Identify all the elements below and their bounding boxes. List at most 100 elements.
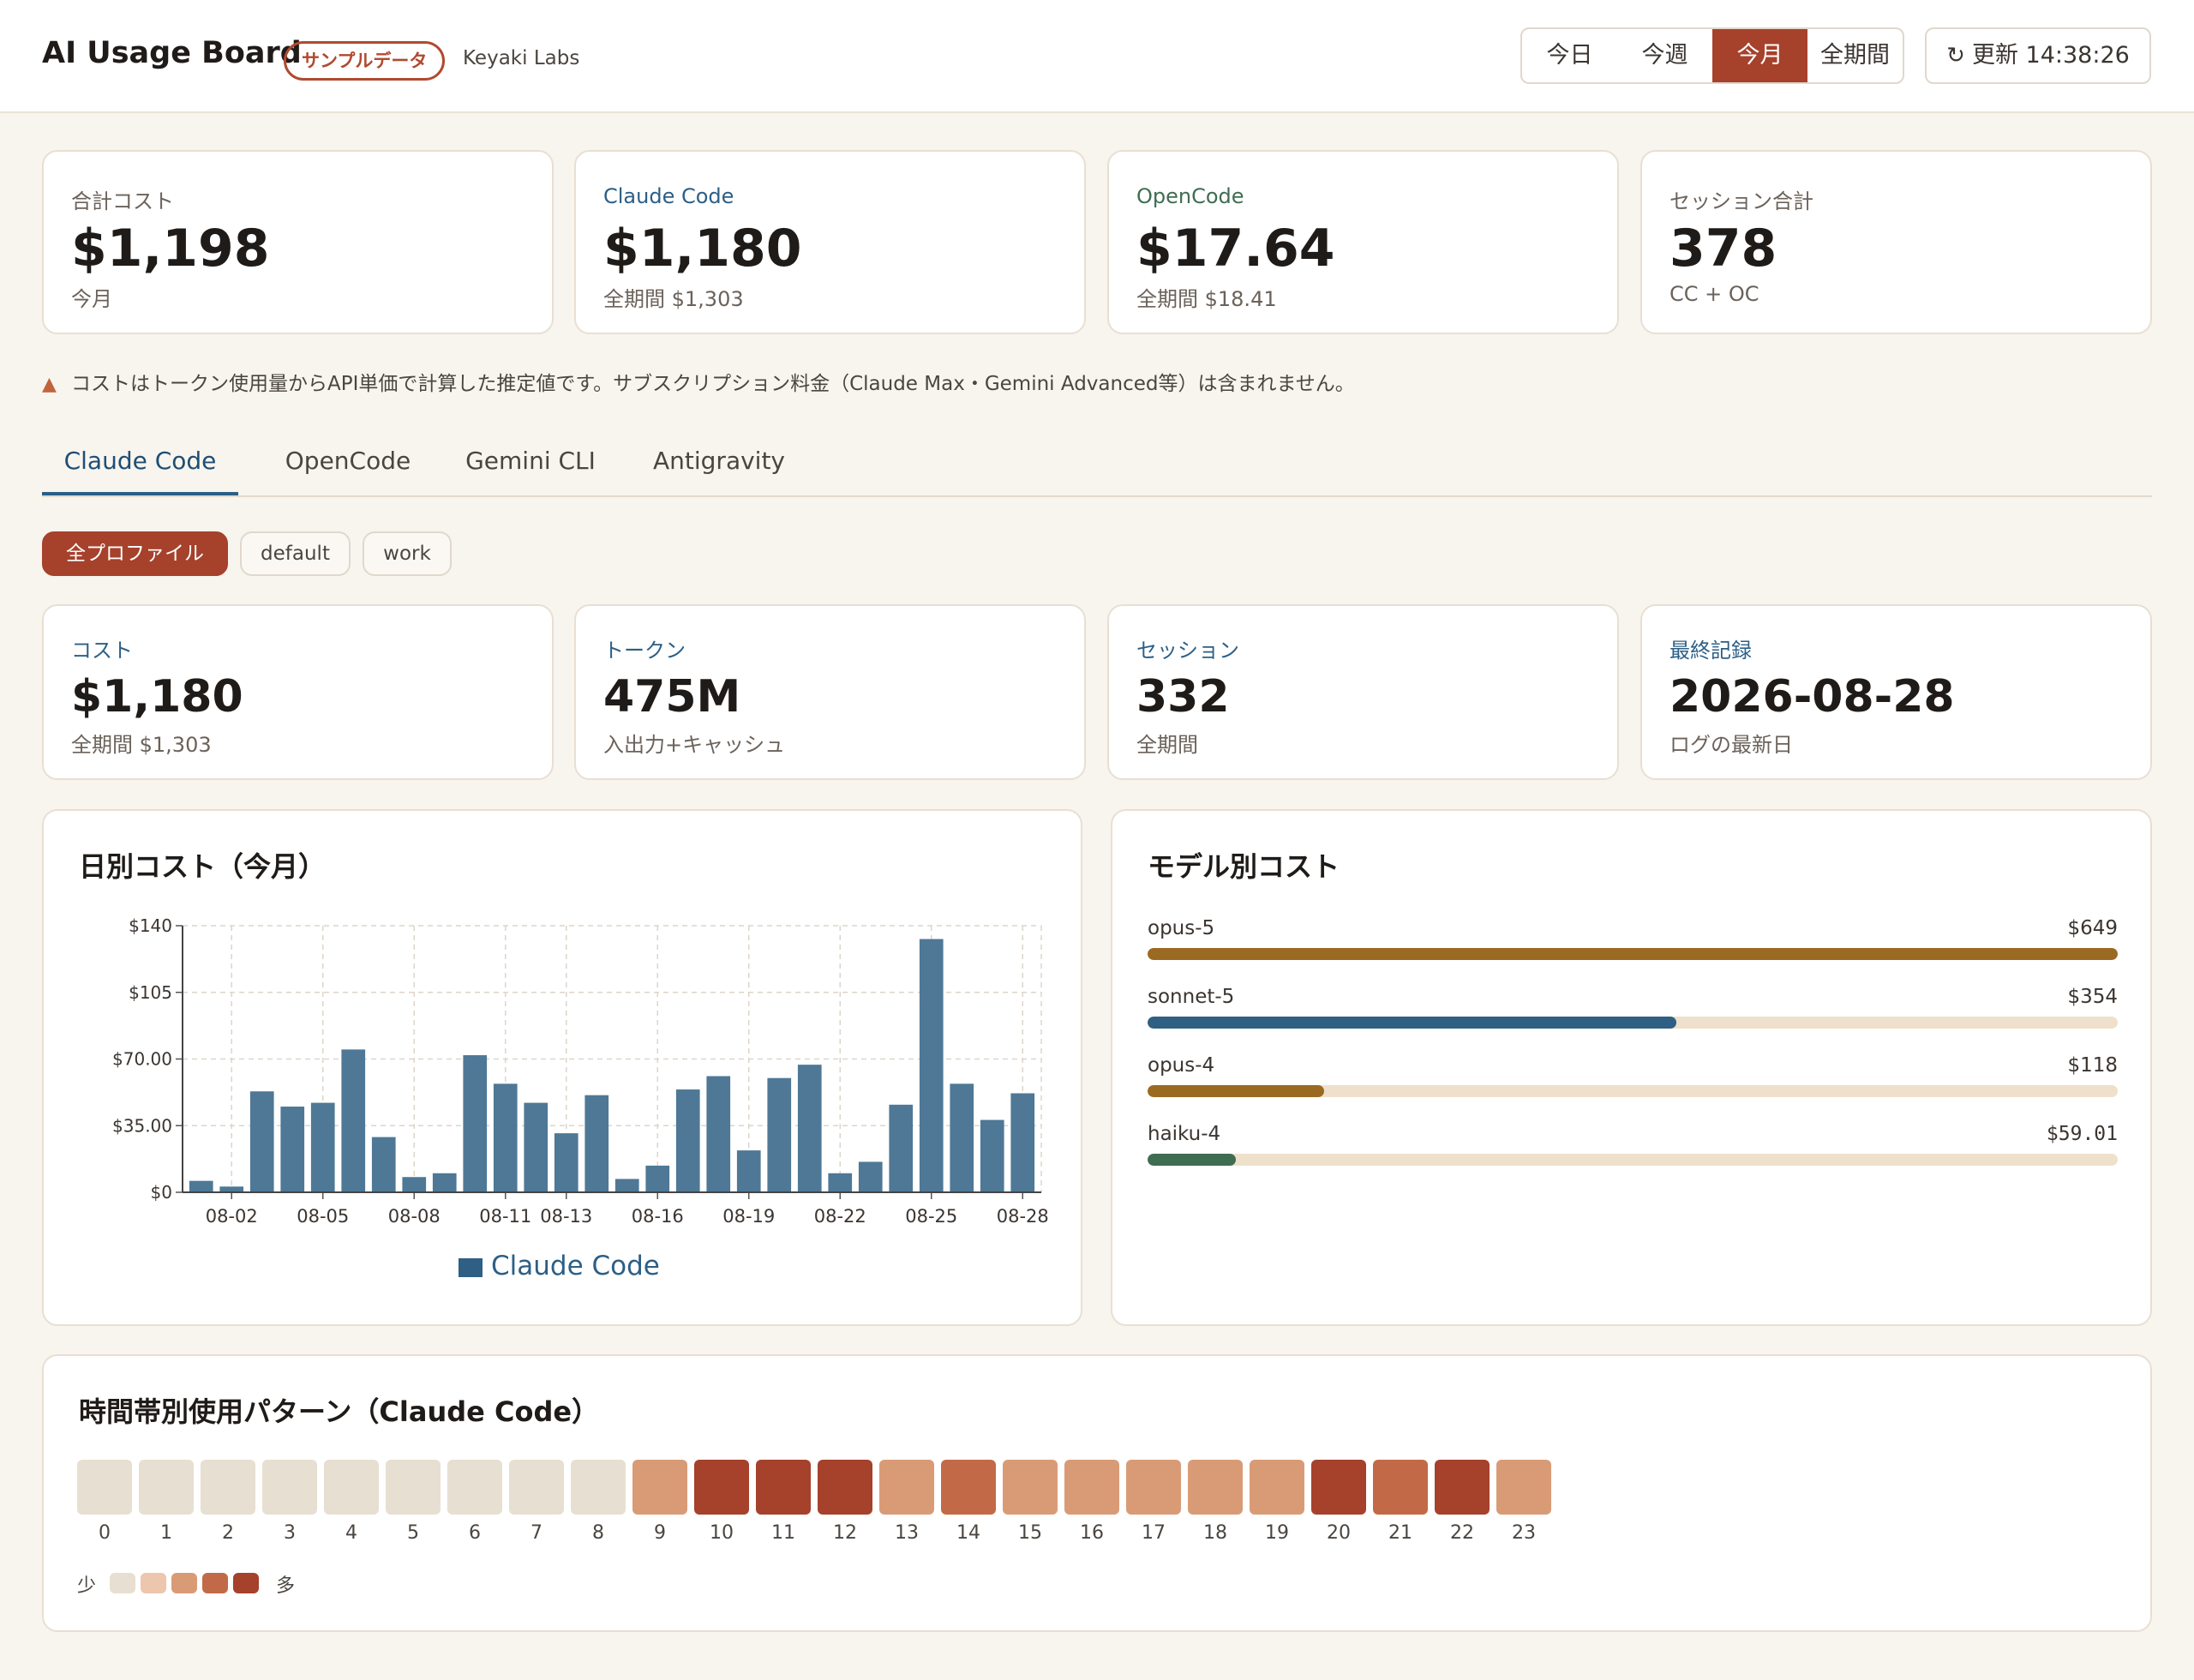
hour-cell-23: [1496, 1460, 1551, 1515]
hour-cell-6: [447, 1460, 502, 1515]
range-week-button[interactable]: 今週: [1617, 29, 1712, 82]
hour-label: 17: [1142, 1522, 1166, 1544]
tab-gemini-cli[interactable]: Gemini CLI: [453, 429, 608, 495]
bar-08-01: [189, 1180, 213, 1192]
stat-value: 332: [1136, 671, 1230, 723]
x-tick-label: 08-08: [388, 1206, 441, 1227]
model-row-opus-4: opus-4 $118: [1148, 1054, 2118, 1114]
model-cost-track: [1148, 948, 2118, 960]
model-cost-panel: モデル別コスト opus-5 $649 sonnet-5 $354 opus-4 $118…: [1111, 809, 2152, 1326]
hour-cell-1: [139, 1460, 194, 1515]
range-all-button[interactable]: 全期間: [1807, 29, 1903, 82]
stat-value: 2026-08-28: [1669, 671, 1955, 723]
detail-card-cost: コスト $1,180 全期間 $1,303: [42, 604, 554, 780]
profile-chip-default[interactable]: default: [240, 531, 351, 576]
stat-sub: 今月: [71, 287, 112, 311]
hour-cell-11: [756, 1460, 811, 1515]
stat-sub: 全期間 $1,303: [603, 287, 744, 311]
bar-08-10: [463, 1055, 488, 1192]
hour-cell-0: [77, 1460, 132, 1515]
summary-card-total: 合計コスト $1,198 今月: [42, 150, 554, 334]
stat-sub: 全期間 $1,303: [71, 733, 212, 757]
stat-label: セッション合計: [1669, 189, 1813, 213]
range-month-button[interactable]: 今月: [1712, 29, 1807, 82]
x-tick-label: 08-19: [722, 1206, 775, 1227]
bar-08-17: [675, 1089, 700, 1192]
detail-card-sessions: セッション 332 全期間: [1107, 604, 1619, 780]
bar-08-18: [706, 1076, 731, 1192]
hour-label: 13: [895, 1522, 919, 1544]
daily-cost-chart: $0 $35.00 $70.00 $105 $140 08-02 08-05 08-08 08-…: [112, 915, 1049, 1281]
bar-08-22: [828, 1173, 853, 1192]
stat-sub: 全期間 $18.41: [1136, 287, 1277, 311]
hour-label: 6: [469, 1522, 481, 1544]
model-cost-fill: [1148, 1017, 1677, 1029]
stat-label: 合計コスト: [71, 189, 174, 213]
bar-08-23: [858, 1161, 883, 1192]
notice-text: コストはトークン使用量からAPI単価で計算した推定値です。サブスクリプション料金…: [71, 373, 1355, 395]
model-cost-track: [1148, 1017, 2118, 1029]
hour-label: 1: [160, 1522, 172, 1544]
tab-claude-code[interactable]: Claude Code: [42, 429, 238, 495]
tool-tabs: Claude Code OpenCode Gemini CLI Antigrav…: [42, 429, 2152, 497]
hour-label: 21: [1388, 1522, 1412, 1544]
summary-card-claude-code: Claude Code $1,180 全期間 $1,303: [574, 150, 1086, 334]
bar-08-26: [950, 1083, 974, 1192]
model-cost: $59.01: [2046, 1123, 2118, 1145]
hour-label: 8: [592, 1522, 604, 1544]
legend-swatch: [459, 1258, 483, 1277]
model-cost-fill: [1148, 1085, 1324, 1097]
model-name: opus-5: [1148, 917, 1215, 939]
y-tick-label: $140: [129, 915, 172, 936]
hour-label: 14: [956, 1522, 980, 1544]
bar-08-03: [249, 1091, 274, 1192]
model-row-opus-5: opus-5 $649: [1148, 917, 2118, 977]
tab-antigravity[interactable]: Antigravity: [633, 429, 805, 495]
heatmap-legend-swatch: [141, 1573, 166, 1593]
model-cost: $354: [2067, 986, 2118, 1008]
legend-label: Claude Code: [491, 1251, 660, 1281]
hour-label: 9: [654, 1522, 666, 1544]
hour-label: 10: [710, 1522, 734, 1544]
heatmap-legend-swatch: [171, 1573, 197, 1593]
model-cost: $118: [2067, 1054, 2118, 1077]
range-today-button[interactable]: 今日: [1522, 29, 1617, 82]
refresh-icon: ↻: [1946, 43, 1965, 69]
bar-08-27: [980, 1119, 1004, 1192]
profile-chip-work[interactable]: work: [363, 531, 452, 576]
model-cost-track: [1148, 1154, 2118, 1166]
profile-chip-all[interactable]: 全プロファイル: [42, 531, 228, 576]
hour-cell-15: [1003, 1460, 1058, 1515]
stat-value: $1,180: [603, 219, 802, 279]
stat-label: OpenCode: [1136, 184, 1244, 208]
hour-cell-3: [262, 1460, 317, 1515]
hour-label: 5: [407, 1522, 419, 1544]
stat-sub: 全期間: [1136, 733, 1198, 757]
tab-opencode[interactable]: OpenCode: [267, 429, 429, 495]
hour-cell-21: [1373, 1460, 1428, 1515]
model-cost-fill: [1148, 1154, 1236, 1166]
stat-label: セッション: [1136, 639, 1239, 663]
model-name: opus-4: [1148, 1054, 1215, 1077]
model-cost: $649: [2067, 917, 2118, 939]
bar-08-13: [554, 1133, 578, 1192]
stat-label: 最終記録: [1669, 639, 1752, 663]
bar-08-12: [524, 1102, 548, 1192]
hour-label: 11: [771, 1522, 795, 1544]
model-name: haiku-4: [1148, 1123, 1221, 1145]
bar-08-15: [614, 1179, 639, 1192]
y-tick-label: $0: [151, 1182, 172, 1203]
org-name: Keyaki Labs: [463, 47, 580, 69]
x-tick-label: 08-28: [997, 1206, 1049, 1227]
model-cost-track: [1148, 1085, 2118, 1097]
x-tick-label: 08-13: [540, 1206, 592, 1227]
hour-cell-10: [694, 1460, 749, 1515]
panel-title: 時間帯別使用パターン（Claude Code）: [79, 1395, 600, 1428]
y-tick-label: $105: [129, 982, 172, 1003]
hour-cell-19: [1250, 1460, 1304, 1515]
cost-notice: ▲ コストはトークン使用量からAPI単価で計算した推定値です。サブスクリプション料…: [42, 367, 1355, 396]
range-selector: 今日 今週 今月 全期間: [1520, 27, 1904, 84]
bar-08-04: [280, 1107, 305, 1192]
refresh-button[interactable]: ↻ 更新 14:38:26: [1925, 27, 2151, 84]
detail-card-last-record: 最終記録 2026-08-28 ログの最新日: [1640, 604, 2152, 780]
